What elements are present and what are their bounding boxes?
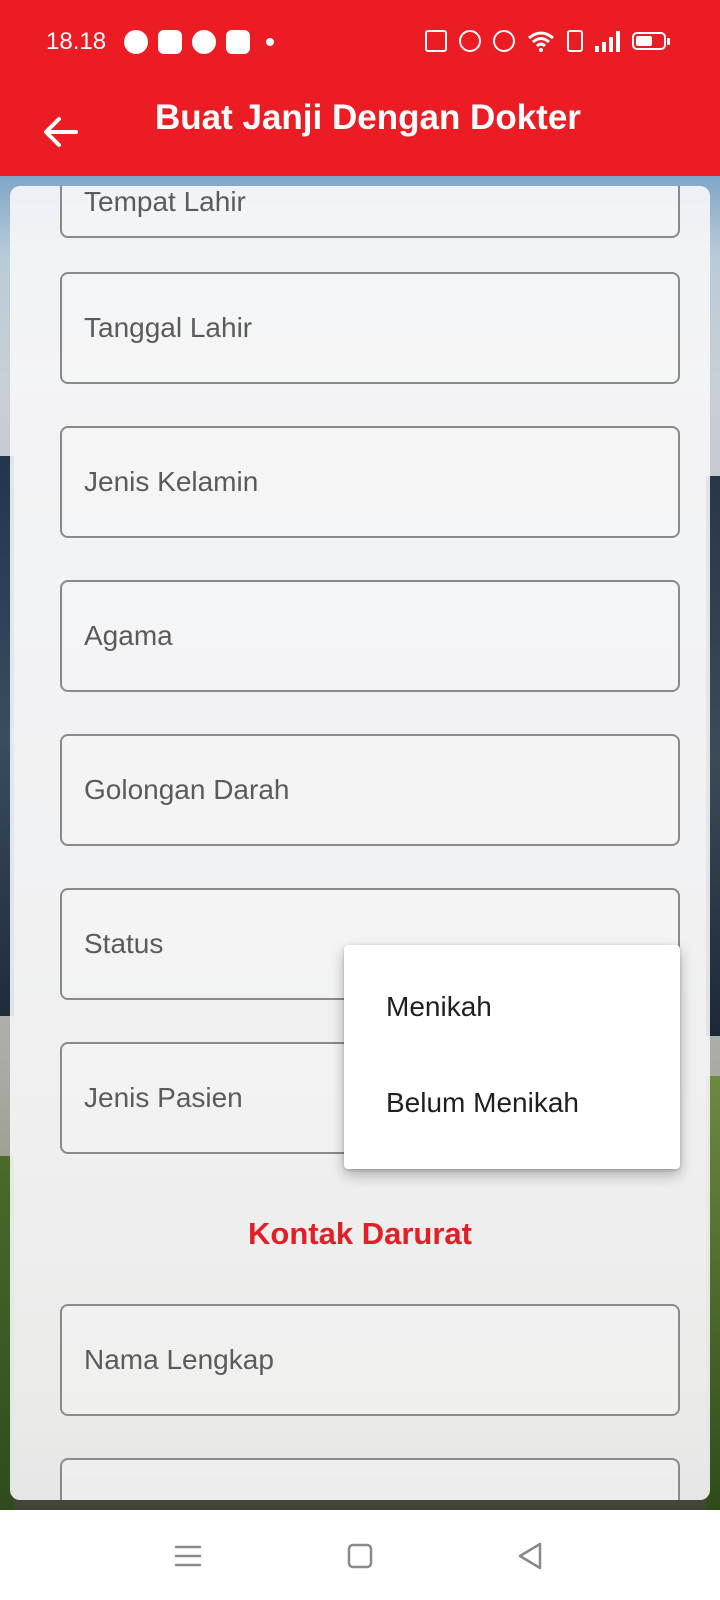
tempat-lahir-field[interactable]: Tempat Lahir (60, 186, 680, 238)
menu-option-belum-menikah[interactable]: Belum Menikah (386, 1087, 579, 1119)
system-nav-bar (0, 1510, 720, 1600)
nama-lengkap-field[interactable]: Nama Lengkap (60, 1304, 680, 1416)
field-label: Agama (84, 620, 173, 651)
alarm-icon (459, 30, 481, 52)
next-emergency-field[interactable] (60, 1458, 680, 1500)
volte-icon (567, 30, 583, 52)
field-label: Jenis Kelamin (84, 466, 259, 497)
agama-field[interactable]: Agama (60, 580, 680, 692)
appointment-form-card: Tempat Lahir Tanggal Lahir Jenis Kelamin… (10, 186, 710, 1500)
battery-icon (632, 32, 670, 50)
back-button[interactable] (36, 108, 84, 156)
back-triangle-icon (518, 1542, 542, 1570)
signal-icon (595, 30, 620, 52)
field-label: Jenis Pasien (84, 1082, 243, 1113)
field-label: Status (84, 928, 164, 959)
game-controller-icon (158, 30, 182, 54)
app-f-icon (226, 30, 250, 54)
field-label: Golongan Darah (84, 774, 290, 805)
wifi-icon (528, 31, 554, 52)
jenis-kelamin-field[interactable]: Jenis Kelamin (60, 426, 680, 538)
golongan-darah-field[interactable]: Golongan Darah (60, 734, 680, 846)
more-dot-icon (266, 38, 274, 46)
status-dropdown-menu: Menikah Belum Menikah (344, 945, 680, 1169)
chat-bubble-icon (192, 30, 216, 54)
field-label: Tanggal Lahir (84, 312, 253, 343)
menu-option-menikah[interactable]: Menikah (386, 991, 492, 1023)
home-button[interactable] (340, 1538, 380, 1574)
field-label: Nama Lengkap (84, 1344, 274, 1375)
line-icon (124, 30, 148, 54)
tanggal-lahir-field[interactable]: Tanggal Lahir (60, 272, 680, 384)
field-label: Tempat Lahir (84, 186, 246, 217)
vibrate-icon (425, 30, 447, 52)
page-title: Buat Janji Dengan Dokter (155, 98, 581, 137)
arrow-left-icon (44, 117, 78, 147)
menu-icon (174, 1545, 202, 1567)
location-icon (493, 30, 515, 52)
status-bar: 18.18 (0, 0, 720, 88)
status-time: 18.18 (46, 28, 107, 55)
top-bar: 18.18 (0, 0, 720, 176)
recent-apps-button[interactable] (168, 1538, 208, 1574)
back-nav-button[interactable] (510, 1538, 550, 1574)
emergency-contact-heading: Kontak Darurat (248, 1216, 472, 1251)
home-square-icon (347, 1543, 373, 1569)
